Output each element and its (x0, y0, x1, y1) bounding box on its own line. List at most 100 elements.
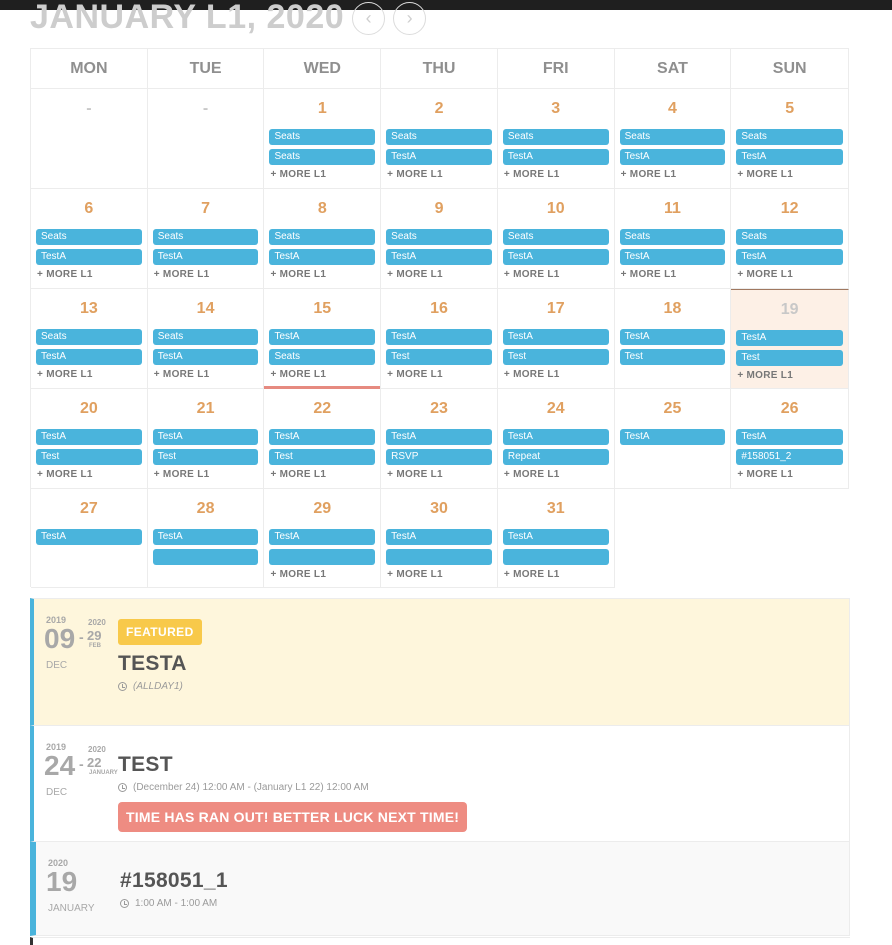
event-pill[interactable]: Seats (269, 129, 376, 145)
day-number[interactable]: 15 (264, 299, 380, 319)
event-pill[interactable]: Seats (36, 329, 142, 345)
day-number[interactable]: 8 (264, 199, 380, 219)
day-number[interactable]: 3 (498, 99, 614, 119)
day-number[interactable]: 29 (264, 499, 380, 519)
event-pill[interactable]: TestA (619, 429, 726, 445)
event-pill[interactable]: TestA (502, 329, 609, 345)
event-pill[interactable]: Seats (386, 229, 492, 245)
day-number[interactable]: 18 (615, 299, 731, 319)
more-events-link[interactable]: + MORE L1 (154, 469, 210, 480)
more-events-link[interactable]: + MORE L1 (737, 370, 793, 381)
more-events-link[interactable]: + MORE L1 (37, 269, 93, 280)
event-pill[interactable]: TestA (386, 529, 492, 545)
more-events-link[interactable]: + MORE L1 (737, 169, 793, 180)
day-number[interactable]: 11 (615, 199, 731, 219)
event-pill[interactable]: TestA (269, 529, 376, 545)
day-cell[interactable]: 17 TestA Test + MORE L1 (497, 289, 615, 389)
more-events-link[interactable]: + MORE L1 (504, 369, 560, 380)
event-pill[interactable]: Seats (736, 129, 844, 145)
event-pill[interactable]: Test (269, 449, 376, 465)
event-pill[interactable]: TestA (619, 329, 726, 345)
event-pill[interactable]: TestA (36, 349, 142, 365)
day-cell[interactable]: 9 Seats TestA + MORE L1 (381, 189, 498, 289)
event-pill[interactable]: TestA (269, 429, 376, 445)
event-card[interactable]: 2019 09 DEC 2020 - 29 FEB FEATURED TESTA (A… (30, 598, 850, 726)
day-cell[interactable]: 7 Seats TestA + MORE L1 (147, 189, 265, 289)
event-pill[interactable]: TestA (386, 429, 492, 445)
day-cell[interactable]: 31 TestA + MORE L1 (497, 489, 615, 588)
event-pill[interactable]: TestA (386, 249, 492, 265)
day-cell[interactable]: 10 Seats TestA + MORE L1 (497, 189, 615, 289)
day-cell[interactable]: 21 TestA Test + MORE L1 (147, 389, 265, 489)
day-number[interactable]: - (148, 99, 264, 119)
event-pill[interactable]: Seats (502, 229, 609, 245)
event-pill[interactable]: TestA (619, 149, 726, 165)
day-cell[interactable]: 11 Seats TestA + MORE L1 (614, 189, 732, 289)
more-events-link[interactable]: + MORE L1 (270, 469, 326, 480)
day-cell[interactable]: 19 TestA Test + MORE L1 (731, 289, 850, 389)
event-pill[interactable]: Test (386, 349, 492, 365)
more-events-link[interactable]: + MORE L1 (37, 369, 93, 380)
day-number[interactable]: 14 (148, 299, 264, 319)
event-pill[interactable]: Seats (152, 329, 259, 345)
event-pill[interactable]: TestA (152, 429, 259, 445)
more-events-link[interactable]: + MORE L1 (270, 169, 326, 180)
event-pill[interactable]: TestA (152, 529, 259, 545)
day-cell[interactable]: 30 TestA + MORE L1 (381, 489, 498, 588)
event-pill[interactable]: TestA (152, 349, 259, 365)
event-pill[interactable]: Seats (386, 129, 492, 145)
day-cell[interactable]: 4 Seats TestA + MORE L1 (614, 89, 732, 189)
event-pill[interactable]: Seats (619, 229, 726, 245)
event-pill[interactable]: TestA (619, 249, 726, 265)
event-pill[interactable]: TestA (36, 529, 142, 545)
day-number[interactable]: 16 (381, 299, 497, 319)
day-number[interactable]: 26 (731, 399, 848, 419)
day-number[interactable]: 31 (498, 499, 614, 519)
event-pill[interactable]: TestA (152, 249, 259, 265)
event-pill[interactable] (269, 549, 376, 565)
day-number[interactable]: 10 (498, 199, 614, 219)
event-pill[interactable]: Seats (269, 229, 376, 245)
day-number[interactable]: 19 (731, 300, 848, 320)
event-pill[interactable]: Seats (152, 229, 259, 245)
event-pill[interactable]: Test (736, 350, 844, 366)
event-pill[interactable]: Seats (619, 129, 726, 145)
day-cell[interactable]: 24 TestA Repeat + MORE L1 (497, 389, 615, 489)
event-pill[interactable]: Seats (269, 149, 376, 165)
event-pill[interactable]: TestA (502, 529, 609, 545)
day-cell[interactable]: 22 TestA Test + MORE L1 (264, 389, 382, 489)
event-pill[interactable]: TestA (386, 329, 492, 345)
event-pill[interactable]: TestA (736, 330, 844, 346)
day-cell[interactable]: 12 Seats TestA + MORE L1 (731, 189, 850, 289)
more-events-link[interactable]: + MORE L1 (504, 569, 560, 580)
more-events-link[interactable]: + MORE L1 (621, 269, 677, 280)
day-cell[interactable]: 2 Seats TestA + MORE L1 (381, 89, 498, 189)
chevron-left-icon[interactable]: ‹ (352, 2, 386, 35)
day-cell[interactable]: 29 TestA + MORE L1 (264, 489, 382, 588)
event-pill[interactable]: TestA (269, 329, 376, 345)
day-number[interactable]: 23 (381, 399, 497, 419)
more-events-link[interactable]: + MORE L1 (504, 269, 560, 280)
event-pill[interactable]: Repeat (502, 449, 609, 465)
day-number[interactable]: 21 (148, 399, 264, 419)
day-cell[interactable]: - (147, 89, 265, 189)
event-pill[interactable]: TestA (36, 429, 142, 445)
day-number[interactable]: 28 (148, 499, 264, 519)
event-pill[interactable] (152, 549, 259, 565)
day-number[interactable]: - (31, 99, 147, 119)
day-cell[interactable]: 27 TestA (31, 489, 148, 588)
day-number[interactable]: 24 (498, 399, 614, 419)
more-events-link[interactable]: + MORE L1 (737, 469, 793, 480)
event-pill[interactable]: TestA (386, 149, 492, 165)
day-number[interactable]: 25 (615, 399, 731, 419)
event-pill[interactable]: Test (502, 349, 609, 365)
more-events-link[interactable]: + MORE L1 (270, 269, 326, 280)
day-cell[interactable]: 20 TestA Test + MORE L1 (31, 389, 148, 489)
event-pill[interactable]: Seats (36, 229, 142, 245)
day-number[interactable]: 7 (148, 199, 264, 219)
event-pill[interactable]: Seats (736, 229, 844, 245)
day-number[interactable]: 6 (31, 199, 147, 219)
event-pill[interactable]: TestA (269, 249, 376, 265)
event-title[interactable]: TEST (118, 753, 467, 777)
day-cell[interactable]: 25 TestA (614, 389, 732, 489)
